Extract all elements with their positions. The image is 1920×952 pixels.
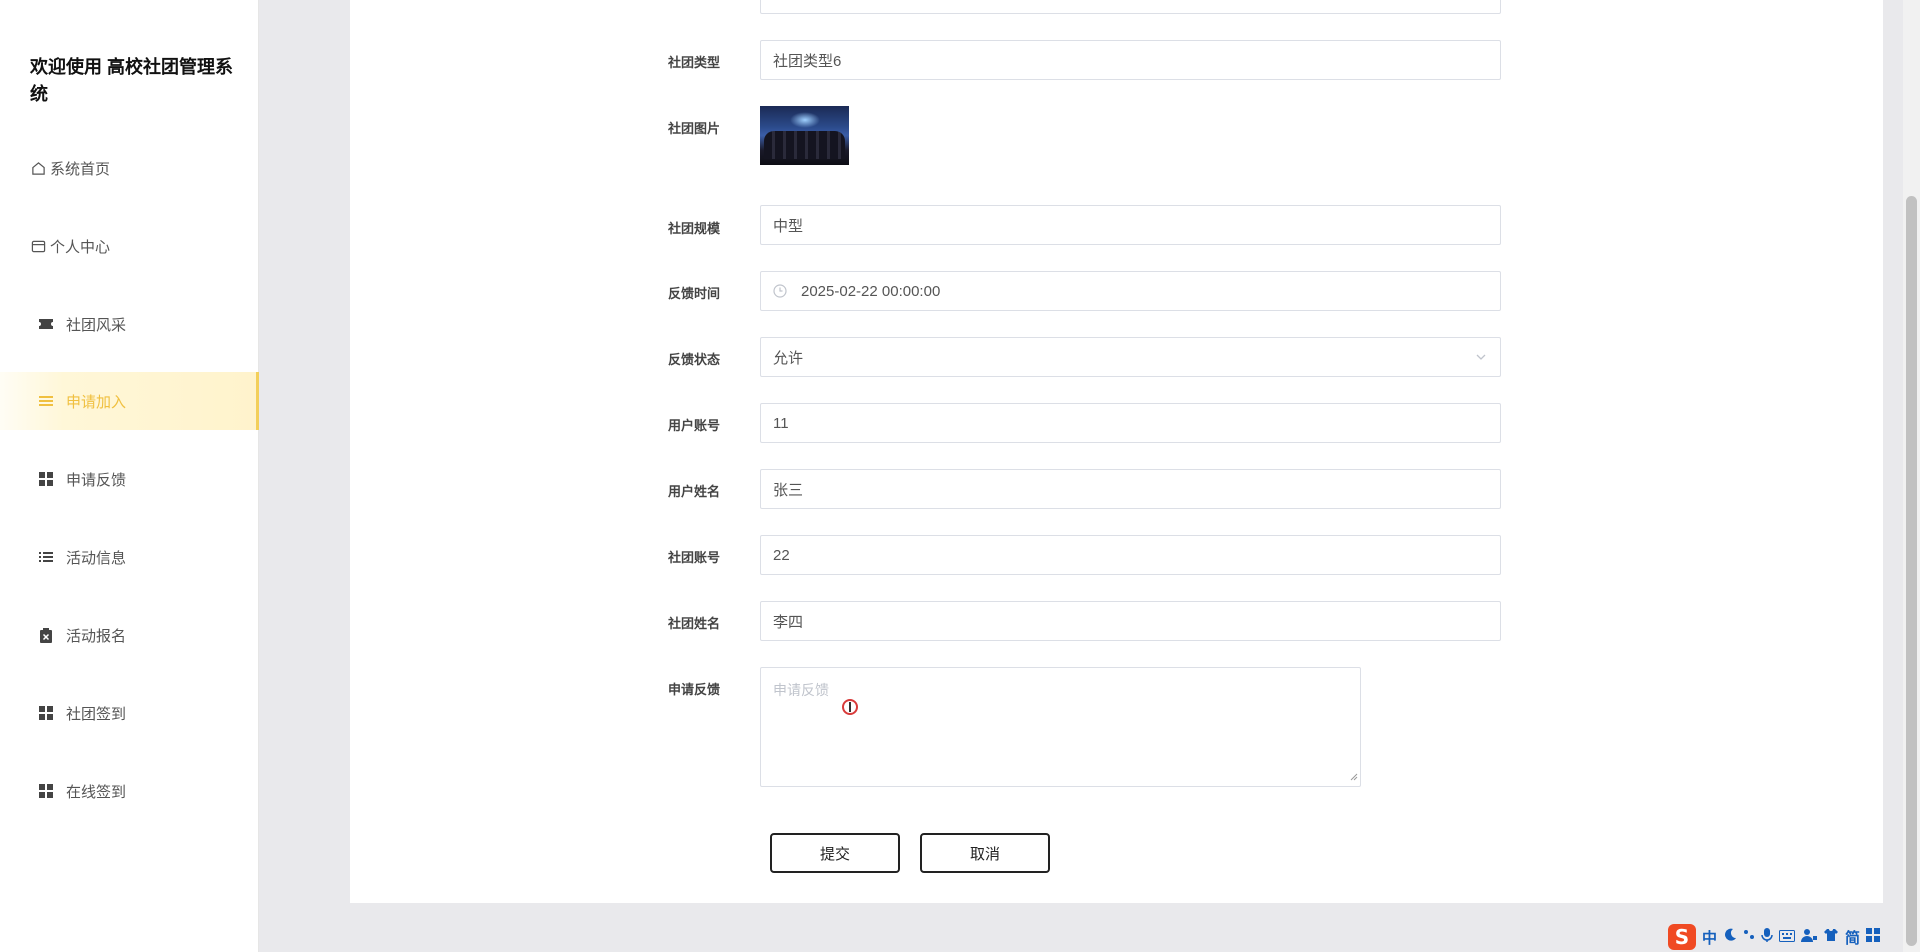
sidebar-item-online-checkin[interactable]: 在线签到 xyxy=(0,762,259,820)
ime-grid-icon[interactable] xyxy=(1866,928,1881,946)
punctuation-icon[interactable] xyxy=(1743,928,1755,946)
image-glow xyxy=(790,112,820,128)
keyboard-icon[interactable] xyxy=(1779,928,1796,946)
sidebar-item-label: 在线签到 xyxy=(66,783,127,801)
page-scrollbar-thumb[interactable] xyxy=(1906,196,1917,946)
top-partial-field[interactable] xyxy=(760,0,1501,14)
club-account-label: 社团账号 xyxy=(667,550,720,565)
sidebar-item-profile[interactable]: 个人中心 xyxy=(0,217,259,275)
bullet-list-icon xyxy=(38,549,54,565)
sidebar-item-label: 个人中心 xyxy=(50,238,111,256)
user-account-field[interactable]: 11 xyxy=(760,403,1501,443)
club-name-field[interactable]: 李四 xyxy=(760,601,1501,641)
club-type-value: 社团类型6 xyxy=(773,52,842,70)
feedback-status-select[interactable]: 允许 xyxy=(760,337,1501,377)
home-icon xyxy=(30,160,46,176)
form-panel: 社团类型 社团类型6 社团图片 社团规模 中型 反馈时间 2025-02-22 … xyxy=(350,0,1883,903)
sidebar-item-activity-info[interactable]: 活动信息 xyxy=(0,528,259,586)
sidebar-item-home[interactable]: 系统首页 xyxy=(0,139,259,197)
user-name-value: 张三 xyxy=(773,481,804,499)
club-account-field[interactable]: 22 xyxy=(760,535,1501,575)
club-type-label: 社团类型 xyxy=(667,55,720,70)
ime-lang[interactable]: 中 xyxy=(1702,927,1717,948)
grid-icon xyxy=(38,783,54,799)
sidebar-item-label: 申请反馈 xyxy=(66,471,127,489)
sidebar-item-activity-signup[interactable]: 活动报名 xyxy=(0,606,259,664)
sidebar-item-label: 社团风采 xyxy=(66,316,127,334)
moon-icon[interactable] xyxy=(1723,928,1737,946)
apply-feedback-placeholder: 申请反馈 xyxy=(773,682,829,698)
sidebar-item-club-style[interactable]: 社团风采 xyxy=(0,295,259,353)
feedback-time-label: 反馈时间 xyxy=(667,286,720,301)
sidebar-item-label: 申请加入 xyxy=(66,393,127,411)
ime-simplified[interactable]: 简 xyxy=(1845,927,1860,948)
clock-icon xyxy=(773,284,787,298)
apply-feedback-label: 申请反馈 xyxy=(667,682,720,697)
ime-logo-icon: S xyxy=(1668,924,1696,950)
club-account-value: 22 xyxy=(773,546,790,564)
sidebar-item-apply-join[interactable]: 申请加入 xyxy=(0,372,259,430)
user-name-field[interactable]: 张三 xyxy=(760,469,1501,509)
club-image[interactable] xyxy=(760,106,849,165)
clipboard-x-icon xyxy=(38,627,54,643)
club-scale-field[interactable]: 中型 xyxy=(760,205,1501,245)
user-name-label: 用户姓名 xyxy=(667,484,720,499)
club-name-label: 社团姓名 xyxy=(667,616,720,631)
sidebar: 欢迎使用 高校社团管理系统 系统首页 个人中心 社团风采 申请加入 申请反馈 活… xyxy=(0,0,259,952)
apply-feedback-textarea[interactable]: 申请反馈 xyxy=(760,667,1361,787)
ticket-icon xyxy=(38,316,54,332)
feedback-time-picker[interactable]: 2025-02-22 00:00:00 xyxy=(760,271,1501,311)
sidebar-item-label: 社团签到 xyxy=(66,705,127,723)
club-image-label: 社团图片 xyxy=(667,121,720,136)
club-name-value: 李四 xyxy=(773,613,804,631)
grid-icon xyxy=(38,705,54,721)
list-icon xyxy=(38,393,54,409)
feedback-time-value: 2025-02-22 00:00:00 xyxy=(801,282,941,300)
microphone-icon[interactable] xyxy=(1761,927,1773,947)
text-cursor-icon xyxy=(842,699,858,715)
resize-handle-icon[interactable] xyxy=(1350,768,1358,784)
user-settings-icon[interactable] xyxy=(1801,928,1818,946)
sidebar-item-label: 活动信息 xyxy=(66,549,127,567)
sidebar-item-apply-feedback[interactable]: 申请反馈 xyxy=(0,450,259,508)
feedback-status-label: 反馈状态 xyxy=(667,352,720,367)
chevron-down-icon xyxy=(1474,350,1488,364)
user-account-value: 11 xyxy=(773,414,789,432)
club-scale-label: 社团规模 xyxy=(667,221,720,236)
user-account-label: 用户账号 xyxy=(667,418,720,433)
club-type-field[interactable]: 社团类型6 xyxy=(760,40,1501,80)
skin-shirt-icon[interactable] xyxy=(1823,928,1839,946)
id-card-icon xyxy=(30,238,46,254)
club-scale-value: 中型 xyxy=(773,217,804,235)
sidebar-item-club-checkin[interactable]: 社团签到 xyxy=(0,684,259,742)
cancel-button[interactable]: 取消 xyxy=(920,833,1050,873)
grid-icon xyxy=(38,471,54,487)
sidebar-title: 欢迎使用 高校社团管理系统 xyxy=(30,57,233,104)
feedback-status-value: 允许 xyxy=(773,349,804,367)
sidebar-item-label: 系统首页 xyxy=(50,160,111,178)
submit-button[interactable]: 提交 xyxy=(770,833,900,873)
image-figures xyxy=(764,131,845,159)
sidebar-item-label: 活动报名 xyxy=(66,627,127,645)
ime-toolbar[interactable]: S 中 简 xyxy=(1668,924,1920,950)
